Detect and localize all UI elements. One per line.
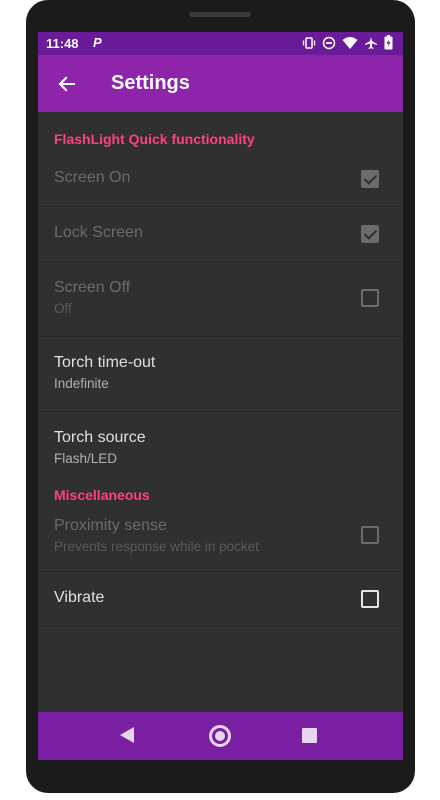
battery-icon [384,35,393,50]
pref-summary: Off [54,301,72,316]
pref-title: Torch time-out [54,354,156,371]
screen-off-checkbox[interactable] [361,289,379,307]
section-header-flashlight: FlashLight Quick functionality [54,131,255,147]
proximity-sense-checkbox[interactable] [361,526,379,544]
pref-title: Screen Off [54,279,131,296]
app-bar: Settings [38,55,403,112]
parking-app-icon: P [93,35,102,50]
arrow-back-icon [58,76,75,92]
back-triangle-icon[interactable] [120,727,134,743]
pref-summary: Prevents response while in pocket [54,539,259,554]
phone-screen: 11:48 P Settings FlashLight Quick functi… [38,32,403,760]
pref-torch-source[interactable]: Torch source Flash/LED [38,412,403,487]
lock-screen-checkbox[interactable] [361,225,379,243]
recents-square-icon[interactable] [302,728,317,743]
pref-torch-timeout[interactable]: Torch time-out Indefinite [38,337,403,412]
status-bar: 11:48 P [38,32,403,55]
pref-title: Torch source [54,429,146,446]
pref-summary: Indefinite [54,376,109,391]
pref-title: Screen On [54,169,131,186]
page-title: Settings [111,72,190,94]
home-circle-icon[interactable] [209,725,231,747]
vibrate-icon [302,36,316,50]
settings-list: FlashLight Quick functionality Screen On… [38,112,403,627]
pref-summary: Flash/LED [54,451,118,466]
section-header-miscellaneous: Miscellaneous [54,487,150,503]
pref-proximity-sense[interactable]: Proximity sense Prevents response while … [38,509,403,572]
pref-title: Proximity sense [54,517,167,534]
pref-title: Vibrate [54,589,105,606]
pref-title: Lock Screen [54,224,143,241]
pref-screen-off[interactable]: Screen Off Off [38,262,403,337]
status-time: 11:48 [46,36,79,51]
navigation-bar [38,712,403,760]
status-icons [302,35,393,50]
pref-lock-screen[interactable]: Lock Screen [38,207,403,262]
airplane-icon [364,36,378,50]
pref-vibrate[interactable]: Vibrate [38,572,403,627]
screen-on-checkbox[interactable] [361,170,379,188]
wifi-icon [342,36,358,50]
pref-screen-on[interactable]: Screen On [38,152,403,207]
vibrate-checkbox[interactable] [361,590,379,608]
earpiece-speaker [189,12,251,17]
back-button[interactable] [52,69,82,99]
do-not-disturb-icon [322,36,336,50]
